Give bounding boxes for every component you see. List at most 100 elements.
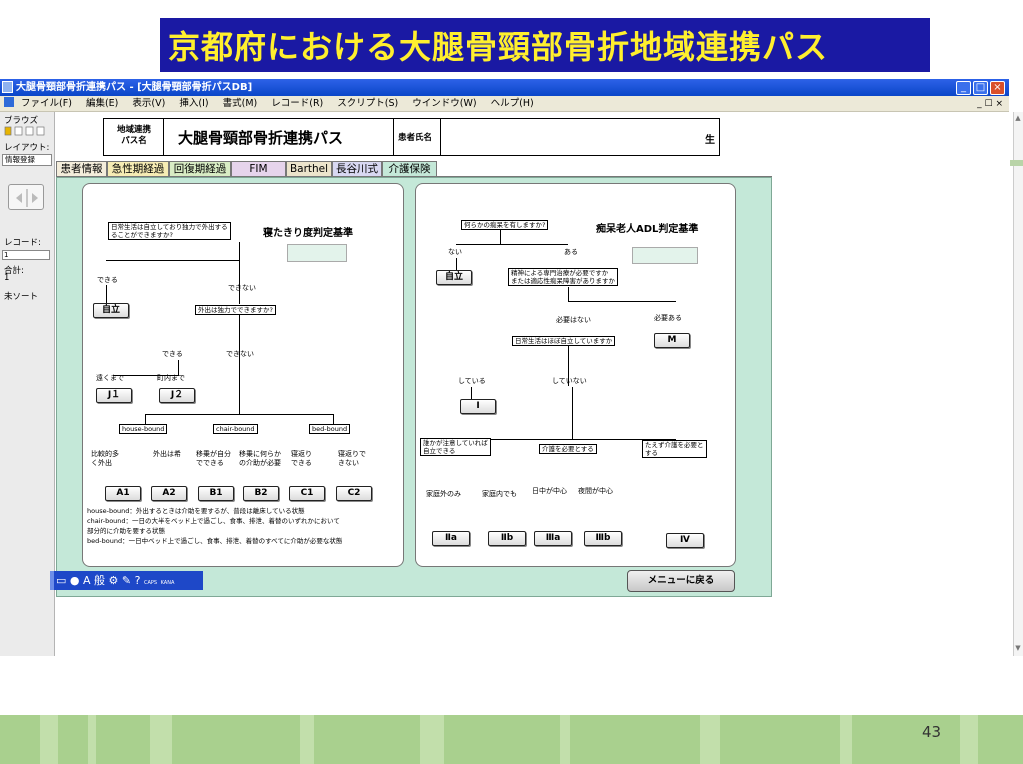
tab-acute[interactable]: 急性期経過: [107, 161, 169, 177]
flow-line: [145, 414, 146, 424]
result-b2: B2: [243, 486, 279, 501]
tab-fim[interactable]: FIM: [231, 161, 286, 177]
minimize-button[interactable]: _: [956, 81, 971, 95]
record-number-input[interactable]: 1: [2, 250, 50, 260]
flow-question: 日常生活は自立しており独力で外出する ることができますか?: [108, 222, 231, 240]
flow-label: 必要ある: [654, 314, 682, 322]
right-edge-accent: [1010, 160, 1023, 166]
flow-line: [178, 360, 179, 375]
flow-line: [456, 258, 457, 270]
footer-stripe: [840, 715, 852, 764]
flow-line: [106, 260, 240, 261]
patient-name-label: 患者氏名: [398, 133, 433, 143]
header-divider: [393, 118, 394, 156]
flow-line: [500, 230, 501, 244]
slide-footer: [0, 715, 1023, 764]
book-icon[interactable]: [8, 184, 44, 210]
document-window-controls[interactable]: _ ☐ ×: [977, 96, 1003, 112]
patient-name-field[interactable]: [444, 121, 699, 153]
menu-view[interactable]: 表示(V): [132, 96, 165, 112]
result-j1: J１: [96, 388, 132, 403]
menu-file[interactable]: ファイル(F): [21, 96, 72, 112]
total-value: 1: [4, 273, 10, 283]
result-a2: A2: [151, 486, 187, 501]
ime-tool-icon[interactable]: ✎: [122, 574, 131, 587]
flow-question: 何らかの痴呆を有しますか?: [461, 220, 549, 230]
header-divider: [163, 118, 164, 156]
flow-label: 寝返り できる: [291, 450, 312, 467]
tab-patient-info[interactable]: 患者情報: [56, 161, 107, 177]
layout-select[interactable]: 情報登録: [2, 154, 52, 166]
ime-pad-icon[interactable]: ⚙: [109, 574, 119, 587]
flow-label: 移乗に何らか の介助が必要: [239, 450, 281, 467]
browse-mode-label[interactable]: ブラウズ: [4, 114, 38, 126]
flow-question: 誰かが注意していれば 自立できる: [420, 438, 491, 456]
path-name-value: 大腿骨頸部骨折連携パス: [178, 129, 344, 147]
flow-label: ある: [564, 248, 578, 256]
menu-edit[interactable]: 編集(E): [86, 96, 118, 112]
menu-help[interactable]: ヘルプ(H): [491, 96, 534, 112]
flow-line: [239, 260, 240, 304]
menu-window[interactable]: ウインドウ(W): [412, 96, 476, 112]
mode-icons[interactable]: [4, 126, 50, 136]
input-mode-indicator[interactable]: A 般: [83, 574, 105, 587]
menu-insert[interactable]: 挿入(I): [179, 96, 208, 112]
book-icon-svg: [16, 189, 38, 207]
menu-record[interactable]: レコード(R): [271, 96, 323, 112]
sort-status: 未ソート: [4, 292, 39, 302]
maximize-button[interactable]: □: [973, 81, 988, 95]
result-rank-2a: Ⅱa: [432, 531, 470, 546]
footer-stripe: [150, 715, 172, 764]
document-icon[interactable]: [4, 97, 14, 107]
flow-question: 精神による専門治療が必要ですか または適応性痴呆障害がありますか: [508, 268, 618, 286]
help-icon[interactable]: ?: [135, 574, 141, 587]
close-button[interactable]: ×: [990, 81, 1005, 95]
result-rank-2b: Ⅱb: [488, 531, 526, 546]
bedridden-result-field[interactable]: [287, 244, 347, 262]
flow-label: 日中が中心: [532, 487, 567, 495]
flow-label: 遠くまで: [96, 374, 124, 382]
scroll-down-icon[interactable]: ▼: [1014, 644, 1022, 654]
ime-grip-handle[interactable]: [50, 571, 54, 590]
scroll-up-icon[interactable]: ▲: [1014, 114, 1022, 124]
record-label: レコード:: [4, 238, 41, 248]
result-rank-3a: Ⅲa: [534, 531, 572, 546]
flow-label: ない: [448, 248, 462, 256]
flow-label: 町内まで: [157, 374, 185, 382]
footer-stripe: [88, 715, 96, 764]
flow-label: 家庭内でも: [482, 490, 517, 498]
vertical-scrollbar[interactable]: [1013, 112, 1023, 656]
caps-indicator: CAPS: [143, 580, 158, 586]
header-divider: [440, 118, 441, 156]
category-bed-bound: bed-bound: [309, 424, 351, 434]
flow-line: [239, 242, 240, 260]
window-titlebar: 大腿骨頸部骨折連携パス - [大腿骨頸部骨折パスDB]: [0, 79, 1009, 96]
tab-recovery[interactable]: 回復期経過: [169, 161, 231, 177]
menu-script[interactable]: スクリプト(S): [337, 96, 398, 112]
flow-line: [106, 285, 107, 303]
note-line: house-bound：外出するときは介助を要するが、普段は離床している状態: [87, 507, 305, 515]
result-a1: A1: [105, 486, 141, 501]
flow-question: たえず介護を必要と する: [642, 440, 707, 458]
keyboard-icon[interactable]: ▭: [56, 574, 66, 587]
flow-question: 日常生活はほぼ自立していますか: [512, 336, 616, 346]
menu-format[interactable]: 書式(M): [223, 96, 258, 112]
flow-line: [239, 360, 240, 414]
path-name-label: 地域連携 パス名: [116, 125, 151, 146]
dementia-heading: 痴呆老人ADL判定基準: [596, 224, 699, 235]
flow-question: 外出は独力でできますか?: [195, 305, 276, 315]
return-to-menu-button[interactable]: メニューに戻る: [627, 570, 735, 592]
flow-label: 必要はない: [556, 316, 591, 324]
flow-line: [572, 387, 573, 439]
footer-stripe: [560, 715, 570, 764]
dementia-result-field[interactable]: [632, 247, 698, 264]
tab-hasegawa[interactable]: 長谷川式: [332, 161, 382, 177]
category-chair-bound: chair-bound: [213, 424, 258, 434]
mode-icons-svg[interactable]: [4, 126, 50, 136]
layout-label: レイアウト:: [4, 143, 50, 153]
ime-logo-icon: ●: [69, 574, 80, 587]
tab-barthel[interactable]: Barthel: [286, 161, 332, 177]
footer-stripe: [300, 715, 314, 764]
flow-label: できない: [228, 284, 256, 292]
flow-label: している: [458, 377, 486, 385]
